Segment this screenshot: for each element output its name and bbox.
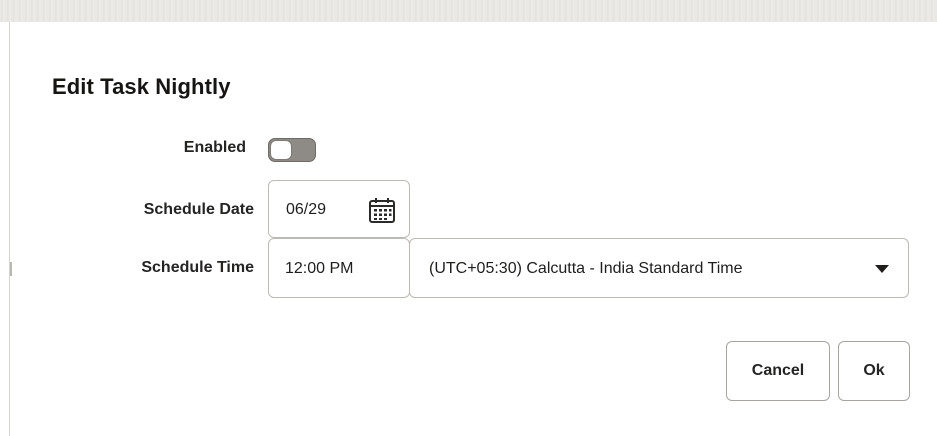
calendar-icon[interactable] [367, 195, 397, 225]
timezone-selected-value: (UTC+05:30) Calcutta - India Standard Ti… [429, 260, 743, 277]
timezone-select[interactable]: (UTC+05:30) Calcutta - India Standard Ti… [409, 238, 909, 298]
ok-button[interactable]: Ok [838, 341, 910, 401]
schedule-time-input[interactable]: 12:00 PM [268, 238, 410, 298]
background-header-strip [0, 0, 937, 22]
enabled-label: Enabled [183, 139, 246, 156]
enabled-toggle[interactable] [268, 138, 316, 162]
schedule-time-label: Schedule Time [141, 259, 254, 276]
dialog-title: Edit Task Nightly [52, 74, 231, 99]
schedule-time-value: 12:00 PM [285, 260, 354, 277]
toggle-knob [270, 140, 292, 160]
schedule-date-input[interactable]: 06/29 [268, 180, 410, 238]
dialog-edge-marker [10, 262, 12, 276]
chevron-down-icon [875, 265, 889, 273]
schedule-date-value: 06/29 [286, 201, 327, 218]
cancel-button[interactable]: Cancel [726, 341, 830, 401]
schedule-date-label: Schedule Date [143, 201, 254, 218]
